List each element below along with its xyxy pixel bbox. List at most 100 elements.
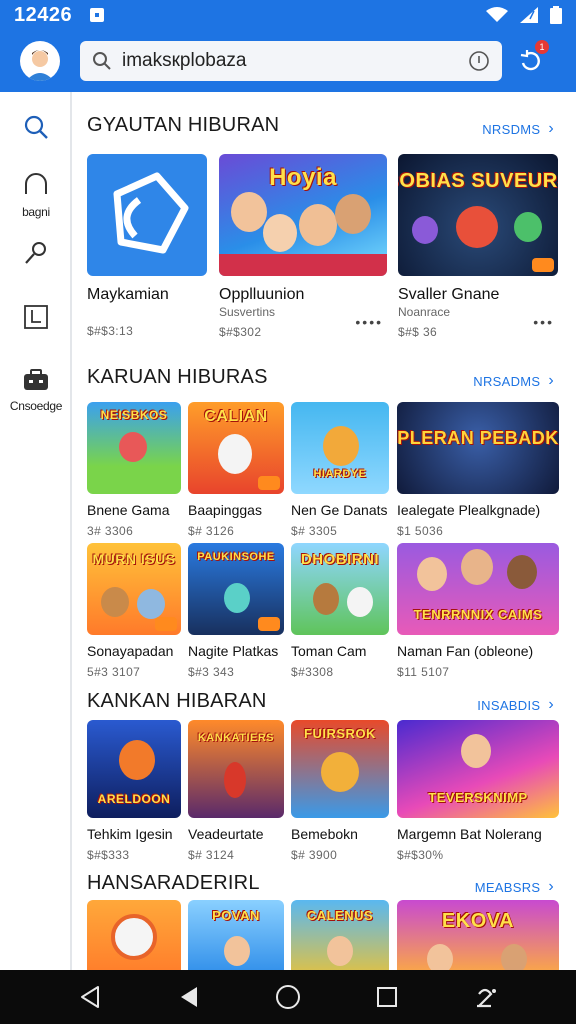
back-outline-icon[interactable] [70, 977, 110, 1017]
game-title: Toman Cam [291, 643, 367, 659]
game-meta: $#3308 [291, 665, 334, 679]
game-meta: 5#3 3107 [87, 665, 141, 679]
game-title: Bnene Gama [87, 502, 170, 518]
game-card[interactable]: HIARDYE Nen Ge Danats $# 3305 [291, 402, 389, 538]
sidebar-item-art[interactable] [0, 240, 72, 271]
game-card[interactable]: ARELDOON Tehkim Igesin $#$333 [87, 720, 181, 862]
app-art-title: BOBIAS SUVEURS [398, 170, 558, 192]
game-title: Tehkim Igesin [87, 826, 173, 842]
game-art-title: NEISBKOS [100, 408, 168, 422]
search-bar[interactable]: imaksкplobaza [80, 41, 502, 81]
status-bar: 12426 [0, 0, 576, 30]
briefcase-icon [24, 369, 48, 390]
section-more-link[interactable]: NRSADMS › [473, 372, 554, 390]
game-thumbnail [87, 900, 181, 970]
status-time: 12426 [14, 3, 73, 26]
section-more-link[interactable]: NRSDMS › [482, 120, 554, 138]
sidebar-item-console[interactable]: Cnsoedge [0, 368, 72, 413]
game-card[interactable] [87, 900, 181, 970]
more-options-icon[interactable]: •••• [355, 314, 383, 330]
avatar-icon [26, 50, 54, 81]
main-content: GYAUTAN HIBURAN NRSDMS › Maykamian $#$3:1… [74, 92, 576, 970]
home-icon[interactable] [268, 977, 308, 1017]
game-thumbnail: EKOVA [397, 900, 559, 970]
section-title: KARUAN HIBURAS [87, 366, 268, 388]
assistant-icon[interactable] [466, 977, 506, 1017]
rating-chip [155, 617, 177, 631]
game-card[interactable]: NEISBKOS Bnene Gama 3# 3306 [87, 402, 181, 538]
rating-chip [532, 258, 554, 272]
game-title: Nagite Platkas [188, 643, 279, 659]
sidebar-item-search[interactable] [0, 114, 72, 145]
game-title: Naman Fan (obleone) [397, 643, 534, 659]
more-options-icon[interactable]: ••• [533, 314, 554, 330]
game-art-title: HIARDYE [313, 468, 367, 480]
chevron-right-icon: › [548, 120, 554, 137]
game-title: Bemebokn [291, 826, 358, 842]
game-meta: $#$333 [87, 848, 130, 862]
game-card[interactable]: KANKATIERS Veadeurtate $# 3124 [188, 720, 284, 862]
game-art-title: EKOVA [441, 910, 515, 932]
more-link-label: NRSDMS [482, 121, 541, 137]
game-card[interactable]: FUIRSROK Bemebokn $# 3900 [291, 720, 389, 862]
game-meta: $#$30% [397, 848, 444, 862]
sidebar-item-audio[interactable]: bagni [0, 172, 72, 219]
game-meta: $# 3900 [291, 848, 338, 862]
game-card[interactable]: PAUKINSOHE Nagite Platkas $#3 343 [188, 543, 284, 679]
app-card[interactable]: BOBIAS SUVEURS Svaller Gnane Noanrace $#… [398, 154, 558, 339]
app-thumbnail [87, 154, 207, 276]
game-card[interactable]: CALENUS [291, 900, 389, 970]
game-card[interactable]: EKOVA [397, 900, 559, 970]
info-icon[interactable] [468, 50, 490, 72]
game-art-title: DHOBIRNI [300, 551, 380, 568]
game-art-title: TEVERSKNIMP [428, 790, 528, 805]
battery-icon [550, 6, 562, 24]
back-icon[interactable] [169, 977, 209, 1017]
game-title: Veadeurtate [188, 826, 264, 842]
game-card[interactable]: PLERAN PEBADK Iealegate Plealkgnade) $1 … [397, 402, 559, 538]
notification-icon [90, 8, 105, 22]
notifications-button[interactable]: 1 [516, 40, 549, 76]
recents-icon[interactable] [367, 977, 407, 1017]
game-title: Baapinggas [188, 502, 262, 518]
game-art-title: POVAN [212, 908, 260, 923]
game-art-title: TENRRNNIX CAIMS [413, 607, 543, 622]
brush-icon [25, 242, 46, 264]
game-card[interactable]: TEVERSKNIMP Margemn Bat Nolerang $#$30% [397, 720, 559, 862]
system-nav-bar [0, 970, 576, 1024]
game-thumbnail: CALIAN [188, 402, 284, 494]
game-card[interactable]: CALIAN Baapinggas $# 3126 [188, 402, 284, 538]
game-thumbnail: MURN ISUS [87, 543, 181, 635]
more-link-label: INSABDIS [477, 697, 541, 713]
section-title: HANSARADERIRL [87, 872, 260, 894]
sidebar-item-label: bagni [22, 205, 50, 219]
game-card[interactable]: TENRRNNIX CAIMS Naman Fan (obleone) $11 … [397, 543, 559, 679]
game-card[interactable]: MURN ISUS Sonayapadan 5#3 3107 [87, 543, 181, 679]
game-art-title: CALIAN [204, 408, 268, 425]
app-thumbnail: Hoyia [219, 154, 387, 276]
search-input[interactable]: imaksкplobaza [122, 50, 468, 72]
game-meta: $# 3124 [188, 848, 235, 862]
app-bar: imaksкplobaza 1 [0, 30, 576, 92]
game-title: Margemn Bat Nolerang [397, 826, 542, 842]
app-title: Maykamian [87, 286, 169, 303]
section-more-link[interactable]: MEABSRS › [475, 878, 554, 896]
headphones-icon [25, 173, 47, 194]
game-card[interactable]: DHOBIRNI Toman Cam $#3308 [291, 543, 389, 679]
sidebar-item-saved[interactable] [0, 304, 72, 335]
game-art-title: CALENUS [306, 908, 374, 923]
app-card[interactable]: Hoyia Opplluunion Susvertins $#$302 •••• [219, 154, 387, 339]
app-card[interactable]: Maykamian $#$3:13 [87, 154, 207, 338]
game-meta: $1 5036 [397, 524, 444, 538]
game-thumbnail: KANKATIERS [188, 720, 284, 818]
game-thumbnail: NEISBKOS [87, 402, 181, 494]
game-thumbnail: HIARDYE [291, 402, 389, 494]
rating-chip [258, 617, 280, 631]
game-card[interactable]: POVAN [188, 900, 284, 970]
section-more-link[interactable]: INSABDIS › [477, 696, 554, 714]
sidebar: bagni Cnsoedge [0, 92, 72, 970]
search-icon [93, 52, 111, 70]
game-thumbnail: TENRRNNIX CAIMS [397, 543, 559, 635]
notification-badge: 1 [535, 40, 549, 54]
avatar[interactable] [20, 41, 60, 81]
